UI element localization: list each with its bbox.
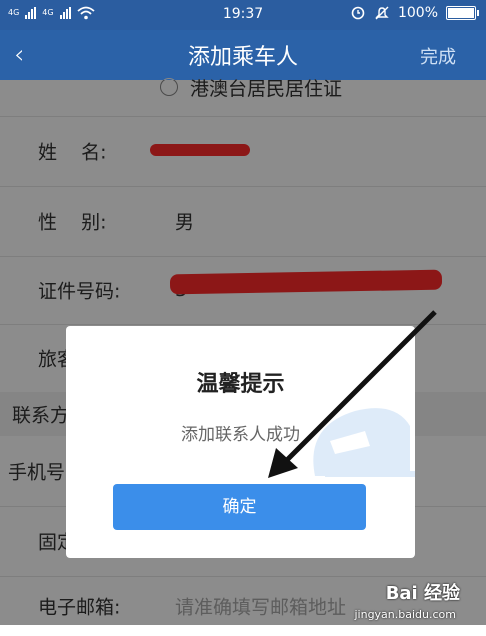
watermark-url: jingyan.baidu.com — [354, 608, 456, 621]
alarm-icon — [351, 6, 365, 20]
status-bar: 4G 4G 19:37 100% — [0, 0, 486, 30]
nav-bar: ‹ 添加乘车人 完成 — [0, 30, 486, 80]
watermark-brand: Bai 经验 — [385, 583, 460, 604]
battery-icon — [446, 6, 479, 20]
success-dialog: 温馨提示 添加联系人成功 确定 — [66, 326, 415, 558]
dialog-title: 温馨提示 — [196, 372, 285, 397]
mute-icon — [375, 6, 389, 20]
confirm-button[interactable]: 确定 — [113, 484, 366, 530]
status-right: 100% — [350, 5, 479, 21]
dialog-message: 添加联系人成功 — [181, 425, 300, 445]
done-button[interactable]: 完成 — [420, 43, 456, 69]
battery-percent: 100% — [397, 5, 438, 21]
page-title: 添加乘车人 — [187, 45, 298, 70]
